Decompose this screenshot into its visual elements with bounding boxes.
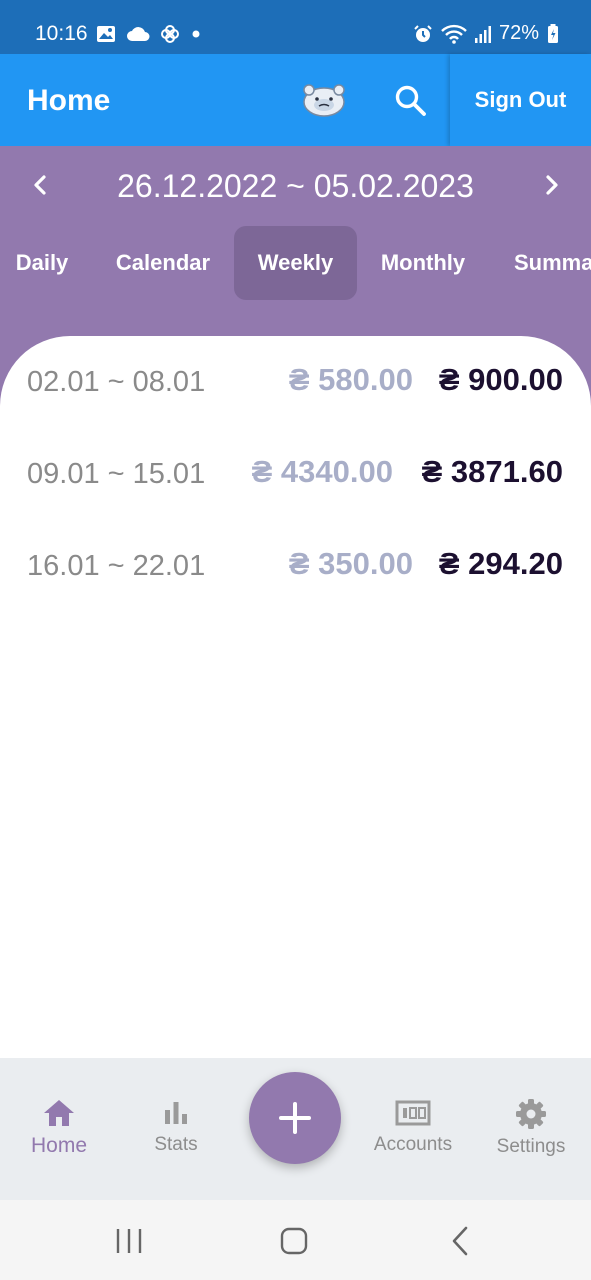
nav-accounts-label: Accounts — [373, 1134, 453, 1155]
battery-icon — [548, 23, 558, 43]
home-icon — [44, 1100, 74, 1126]
home-system-icon[interactable] — [274, 1224, 314, 1258]
week-expense: ₴ 294.20 — [438, 546, 563, 581]
plus-icon — [279, 1102, 311, 1134]
image-icon — [97, 26, 115, 42]
week-income: ₴ 580.00 — [288, 362, 413, 397]
tab-summary[interactable]: Summa — [504, 226, 591, 300]
week-row[interactable]: 09.01 ~ 15.01 ₴ 4340.00 ₴ 3871.60 — [0, 446, 591, 506]
week-dates: 16.01 ~ 22.01 — [27, 550, 206, 582]
recent-apps-icon[interactable] — [109, 1224, 149, 1258]
status-bar: 10:16 72% — [0, 0, 591, 54]
chevron-right-icon[interactable] — [536, 170, 566, 200]
tab-daily[interactable]: Daily — [4, 226, 80, 300]
nav-accounts[interactable]: Accounts — [354, 1098, 472, 1156]
pinwheel-icon — [161, 25, 179, 43]
week-dates: 09.01 ~ 15.01 — [27, 458, 206, 490]
date-range: 26.12.2022 ~ 05.02.2023 — [117, 168, 474, 204]
weekly-list: 02.01 ~ 08.01 ₴ 580.00 ₴ 900.00 09.01 ~ … — [0, 336, 591, 1058]
back-icon[interactable] — [440, 1224, 480, 1258]
tab-weekly[interactable]: Weekly — [234, 226, 357, 300]
sign-out-button[interactable]: Sign Out — [450, 54, 591, 146]
nav-stats[interactable]: Stats — [117, 1098, 235, 1156]
app-bar: Home Sign Out — [0, 54, 591, 146]
gear-icon — [516, 1099, 546, 1129]
search-icon[interactable] — [392, 82, 428, 118]
nav-settings[interactable]: Settings — [472, 1098, 590, 1158]
week-row[interactable]: 16.01 ~ 22.01 ₴ 350.00 ₴ 294.20 — [0, 538, 591, 598]
nav-home-label: Home — [30, 1134, 88, 1157]
week-income: ₴ 4340.00 — [251, 454, 393, 489]
status-time: 10:16 — [35, 22, 88, 45]
tab-calendar[interactable]: Calendar — [104, 226, 222, 300]
status-right: 72% — [413, 22, 559, 45]
week-row[interactable]: 02.01 ~ 08.01 ₴ 580.00 ₴ 900.00 — [0, 354, 591, 414]
tab-monthly[interactable]: Monthly — [370, 226, 476, 300]
week-expense: ₴ 3871.60 — [421, 454, 563, 489]
nav-home[interactable]: Home — [0, 1098, 118, 1158]
page-title: Home — [27, 84, 111, 117]
week-dates: 02.01 ~ 08.01 — [27, 366, 206, 398]
status-left-icons — [96, 24, 202, 44]
nav-stats-label: Stats — [154, 1134, 198, 1155]
alarm-icon — [414, 24, 432, 42]
view-tabs: Daily Calendar Weekly Monthly Summa — [0, 226, 591, 300]
add-transaction-button[interactable] — [249, 1072, 341, 1164]
mascot-icon[interactable] — [302, 82, 346, 118]
battery-percent: 72% — [498, 22, 539, 44]
nav-settings-label: Settings — [496, 1136, 566, 1157]
wifi-icon — [441, 24, 467, 44]
cloud-icon — [127, 27, 150, 41]
signal-icon — [474, 25, 491, 43]
system-nav-bar — [0, 1200, 591, 1280]
accounts-icon — [395, 1100, 431, 1126]
dot-icon — [192, 30, 200, 38]
week-expense: ₴ 900.00 — [438, 362, 563, 397]
bar-chart-icon — [165, 1102, 187, 1124]
bottom-nav: Home Stats Accounts Settings — [0, 1058, 591, 1200]
week-income: ₴ 350.00 — [288, 546, 413, 581]
